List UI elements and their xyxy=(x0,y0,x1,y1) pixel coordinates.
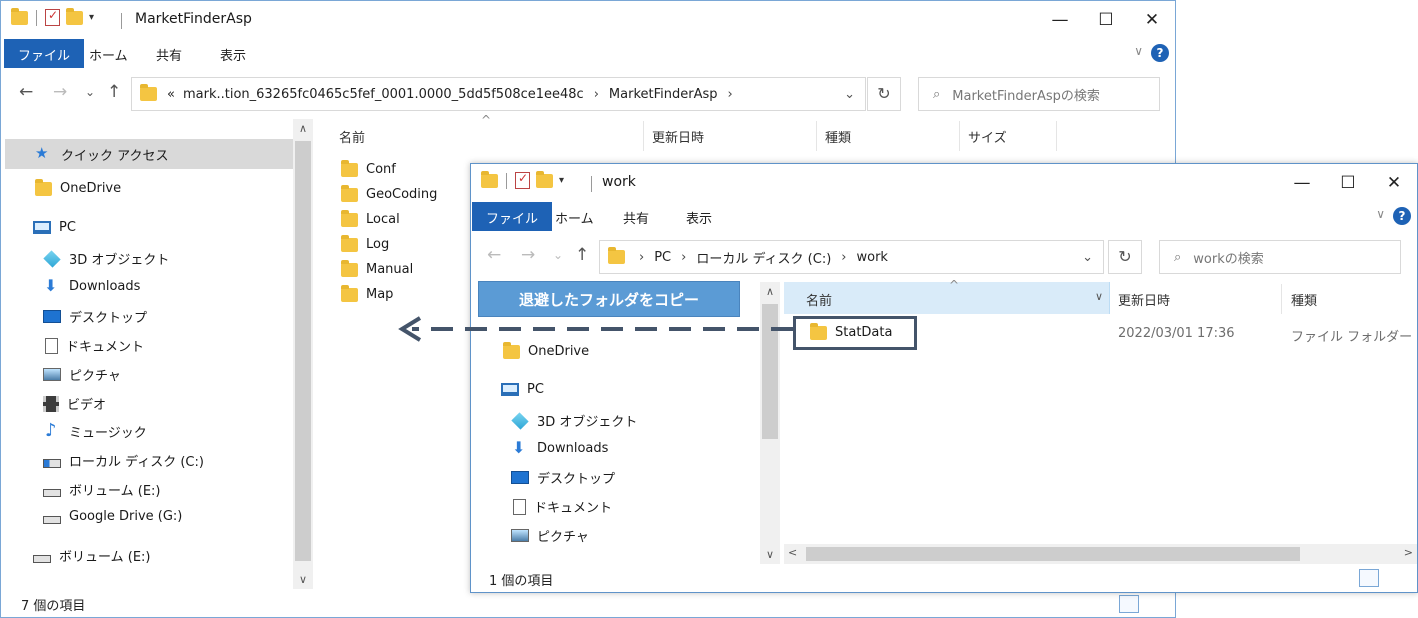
callout-label: 退避したフォルダをコピー xyxy=(478,281,740,317)
highlight-box xyxy=(793,316,917,350)
